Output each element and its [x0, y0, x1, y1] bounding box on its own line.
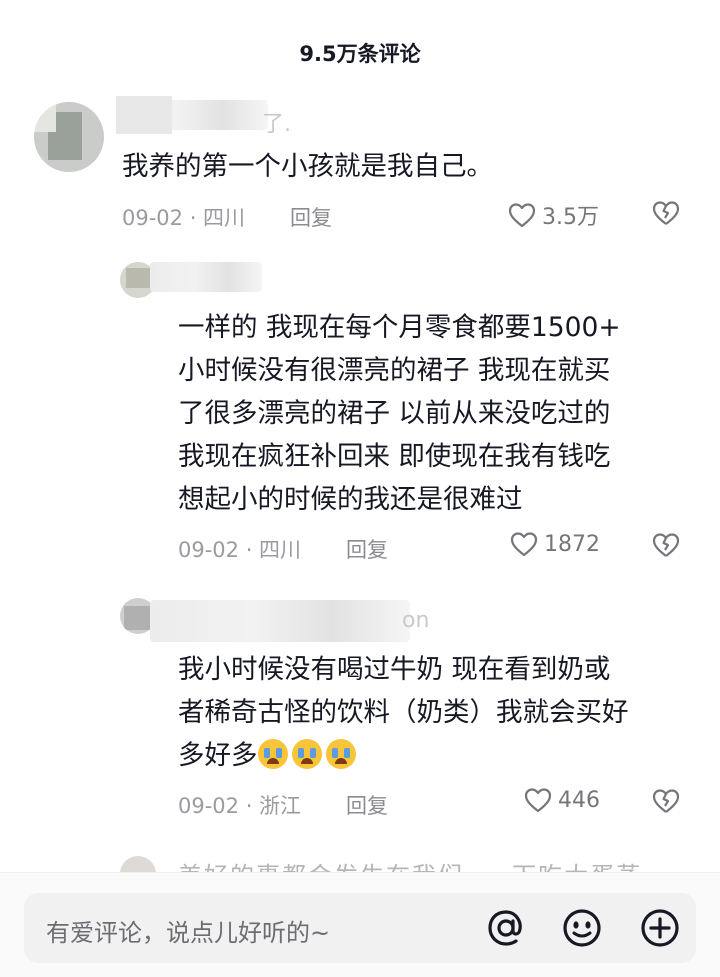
avatar[interactable] [34, 102, 104, 172]
broken-heart-icon[interactable] [652, 788, 680, 814]
reply-button[interactable]: 回复 [290, 202, 332, 232]
comment-input-placeholder: 有爱评论，说点儿好听的~ [46, 919, 331, 947]
username-blurred[interactable] [150, 262, 262, 292]
like-count: 3.5万 [542, 205, 599, 230]
username-tail: on [402, 608, 430, 633]
comment-time-location: 09-02 · 浙江 [178, 794, 302, 818]
heart-icon [510, 532, 538, 557]
broken-heart-icon[interactable] [652, 532, 680, 558]
reply-button[interactable]: 回复 [346, 790, 388, 820]
username-tail: 了. [262, 112, 291, 137]
like-count: 446 [558, 787, 600, 813]
comment-text: 一样的 我现在每个月零食都要1500+ 小时候没有很漂亮的裙子 我现在就买 了很… [178, 312, 621, 515]
comment-time-location: 09-02 · 四川 [178, 538, 302, 562]
reply-button[interactable]: 回复 [346, 534, 388, 564]
heart-icon [508, 203, 536, 228]
username-blurred[interactable] [150, 600, 410, 642]
at-icon[interactable] [484, 906, 528, 950]
emoji-icon[interactable] [560, 906, 604, 950]
like-button[interactable]: 1872 [510, 531, 600, 557]
comment-time-location: 09-02 · 四川 [122, 206, 246, 230]
comment-text: 我小时候没有喝过牛奶 现在看到奶或 者稀奇古怪的饮料（奶类）我就会买好 多好多 [178, 654, 629, 771]
crying-face-emoji [325, 739, 356, 769]
broken-heart-icon[interactable] [652, 200, 680, 226]
like-count: 1872 [544, 531, 600, 557]
comment-count-title: 9.5万条评论 [299, 42, 421, 66]
like-button[interactable]: 3.5万 [508, 199, 599, 231]
heart-icon [524, 788, 552, 813]
crying-face-emoji [257, 739, 288, 769]
crying-face-emoji [291, 739, 322, 769]
comment-text: 我养的第一个小孩就是我自己。 [122, 151, 493, 182]
add-icon[interactable] [638, 906, 682, 950]
next-comment-peek: 美好的事都会发生在我们 · · 下吃大蛋蒸 [0, 848, 720, 874]
like-button[interactable]: 446 [524, 787, 600, 813]
